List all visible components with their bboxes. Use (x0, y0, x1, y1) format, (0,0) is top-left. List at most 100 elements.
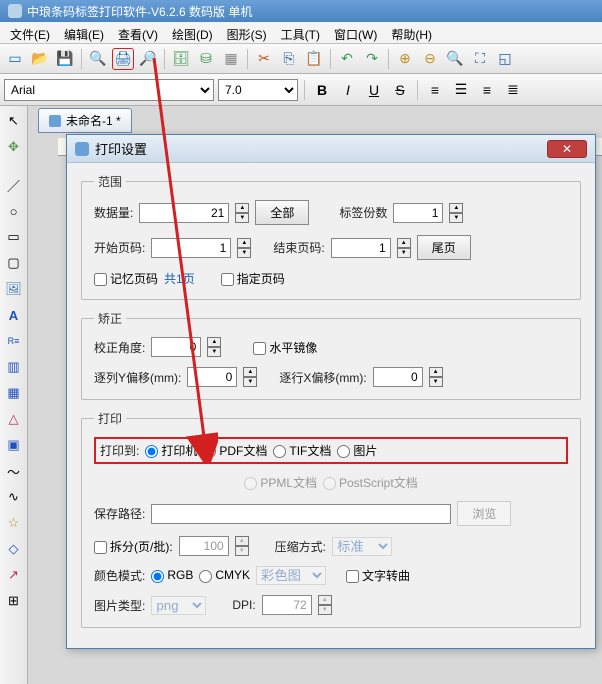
grid-icon[interactable]: ▦ (220, 48, 242, 70)
star-tool-icon[interactable]: ☆ (3, 512, 25, 534)
radio-image[interactable]: 图片 (337, 442, 377, 459)
angle-spinner[interactable]: ▲▼ (207, 337, 221, 357)
text-tool-icon[interactable]: A (3, 304, 25, 326)
qrcode-tool-icon[interactable]: ▦ (3, 382, 25, 404)
range-legend: 范围 (94, 173, 126, 190)
zoom-out-icon[interactable]: ⊖ (419, 48, 441, 70)
triangle-tool-icon[interactable]: △ (3, 408, 25, 430)
line-tool-icon[interactable]: ／ (3, 174, 25, 196)
start-page-spinner[interactable]: ▲▼ (237, 238, 251, 258)
separator (304, 80, 305, 100)
richtext-tool-icon[interactable]: R≡ (3, 330, 25, 352)
separator (417, 80, 418, 100)
pointer-tool-icon[interactable]: ↖ (3, 110, 25, 132)
format-toolbar: Arial 7.0 B I U S ≡ ☰ ≡ ≣ (0, 74, 602, 106)
bold-button[interactable]: B (311, 79, 333, 101)
radio-cmyk[interactable]: CMYK (199, 568, 250, 582)
fit-icon[interactable]: ⛶ (469, 48, 491, 70)
col-offset-label: 逐列Y偏移(mm): (94, 369, 181, 386)
undo-icon[interactable]: ↶ (336, 48, 358, 70)
radio-pdf[interactable]: PDF文档 (203, 442, 267, 459)
dialog-title: 打印设置 (95, 139, 147, 158)
roundrect-tool-icon[interactable]: ▢ (3, 252, 25, 274)
copy-icon[interactable]: ⎘ (278, 48, 300, 70)
menu-window[interactable]: 窗口(W) (328, 24, 383, 41)
database-icon[interactable]: 🗄 (170, 48, 192, 70)
menu-view[interactable]: 查看(V) (112, 24, 164, 41)
label-copies-spinner[interactable]: ▲▼ (449, 203, 463, 223)
table-tool-icon[interactable]: ⊞ (3, 590, 25, 612)
pan-tool-icon[interactable]: ✥ (3, 136, 25, 158)
paste-icon[interactable]: 📋 (303, 48, 325, 70)
radio-rgb[interactable]: RGB (151, 568, 193, 582)
italic-button[interactable]: I (337, 79, 359, 101)
row-offset-input[interactable] (373, 367, 423, 387)
print-icon[interactable]: 🖨 (112, 48, 134, 70)
separator (388, 49, 389, 69)
dialog-titlebar: 打印设置 ✕ (67, 135, 595, 163)
strike-button[interactable]: S (389, 79, 411, 101)
new-icon[interactable]: ▭ (4, 48, 26, 70)
menu-help[interactable]: 帮助(H) (385, 24, 438, 41)
cut-icon[interactable]: ✂ (253, 48, 275, 70)
menu-file[interactable]: 文件(E) (4, 24, 56, 41)
zoom-fit-icon[interactable]: 🔍 (444, 48, 466, 70)
menu-tool[interactable]: 工具(T) (275, 24, 326, 41)
radio-printer[interactable]: 打印机 (145, 442, 197, 459)
polygon-tool-icon[interactable]: ▣ (3, 434, 25, 456)
row-offset-spinner[interactable]: ▲▼ (429, 367, 443, 387)
dpi-input (262, 595, 312, 615)
underline-button[interactable]: U (363, 79, 385, 101)
find-icon[interactable]: 🔎 (137, 48, 159, 70)
mirror-checkbox[interactable]: 水平镜像 (253, 339, 317, 356)
image-tool-icon[interactable]: 🖼 (3, 278, 25, 300)
align-justify-icon[interactable]: ≣ (502, 79, 524, 101)
zoom-in-icon[interactable]: ⊕ (394, 48, 416, 70)
align-left-icon[interactable]: ≡ (424, 79, 446, 101)
remember-page-checkbox[interactable]: 记忆页码 (94, 270, 158, 287)
bezier-tool-icon[interactable]: ∿ (3, 486, 25, 508)
total-pages-link[interactable]: 共1页 (164, 270, 195, 287)
main-toolbar: ▭ 📂 💾 🔍 🖨 🔎 🗄 ⛁ ▦ ✂ ⎘ 📋 ↶ ↷ ⊕ ⊖ 🔍 ⛶ ◱ (0, 44, 602, 74)
curve-tool-icon[interactable]: 〜 (3, 460, 25, 482)
data-icon[interactable]: ⛁ (195, 48, 217, 70)
specify-page-checkbox[interactable]: 指定页码 (221, 270, 285, 287)
menu-draw[interactable]: 绘图(D) (166, 24, 219, 41)
barcode-tool-icon[interactable]: ▥ (3, 356, 25, 378)
document-tab[interactable]: 未命名-1 * (38, 108, 132, 133)
redo-icon[interactable]: ↷ (361, 48, 383, 70)
open-icon[interactable]: 📂 (29, 48, 51, 70)
font-select[interactable]: Arial (4, 79, 214, 101)
text-curve-checkbox[interactable]: 文字转曲 (346, 567, 410, 584)
split-checkbox[interactable]: 拆分(页/批): (94, 538, 173, 555)
close-button[interactable]: ✕ (547, 140, 587, 158)
data-qty-spinner[interactable]: ▲▼ (235, 203, 249, 223)
col-offset-spinner[interactable]: ▲▼ (243, 367, 257, 387)
end-page-input[interactable] (331, 238, 391, 258)
browse-button: 浏览 (457, 501, 511, 526)
print-to-highlight-box: 打印到: 打印机 PDF文档 TIF文档 图片 (94, 437, 568, 464)
start-page-input[interactable] (151, 238, 231, 258)
save-icon[interactable]: 💾 (54, 48, 76, 70)
menu-shape[interactable]: 图形(S) (221, 24, 273, 41)
align-center-icon[interactable]: ☰ (450, 79, 472, 101)
col-offset-input[interactable] (187, 367, 237, 387)
all-button[interactable]: 全部 (255, 200, 309, 225)
diamond-tool-icon[interactable]: ◇ (3, 538, 25, 560)
angle-input[interactable] (151, 337, 201, 357)
font-size-select[interactable]: 7.0 (218, 79, 298, 101)
rect-tool-icon[interactable]: ▭ (3, 226, 25, 248)
actual-icon[interactable]: ◱ (494, 48, 516, 70)
arrow-tool-icon[interactable]: ↗ (3, 564, 25, 586)
window-titlebar: 中琅条码标签打印软件-V6.2.6 数码版 单机 (0, 0, 602, 22)
data-qty-input[interactable] (139, 203, 229, 223)
last-page-button[interactable]: 尾页 (417, 235, 471, 260)
radio-tif[interactable]: TIF文档 (273, 442, 331, 459)
end-page-spinner[interactable]: ▲▼ (397, 238, 411, 258)
ellipse-tool-icon[interactable]: ○ (3, 200, 25, 222)
label-copies-input[interactable] (393, 203, 443, 223)
correction-fieldset: 矫正 校正角度: ▲▼ 水平镜像 逐列Y偏移(mm): ▲▼ 逐行X偏移(mm)… (81, 310, 581, 400)
menu-edit[interactable]: 编辑(E) (58, 24, 110, 41)
preview-icon[interactable]: 🔍 (87, 48, 109, 70)
align-right-icon[interactable]: ≡ (476, 79, 498, 101)
